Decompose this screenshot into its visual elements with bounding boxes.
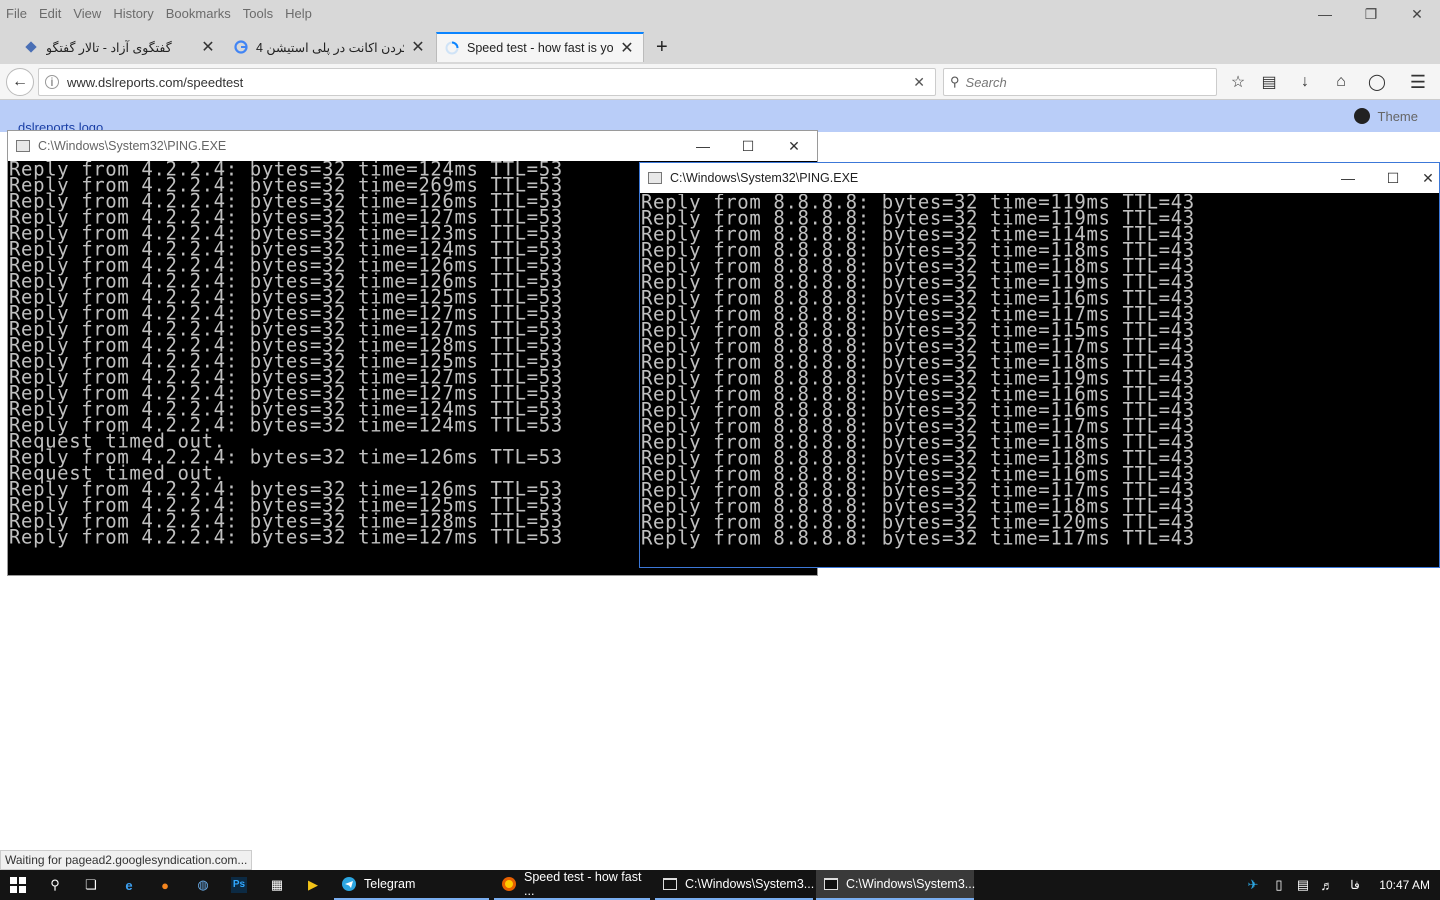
media-player-icon[interactable]: ▶ [296,870,330,900]
back-button[interactable]: ← [6,68,34,96]
console-output: Reply from 8.8.8.8: bytes=32 time=119ms … [640,194,1439,567]
console-icon [663,877,677,891]
console-title: C:\Windows\System32\PING.EXE [670,171,859,185]
console-minimize-button[interactable]: — [1325,163,1371,193]
telegram-icon [342,877,356,891]
volume-tray-icon[interactable]: ♬ [1316,870,1338,900]
pinned-app-icon[interactable]: ▦ [260,870,294,900]
console-title: C:\Windows\System32\PING.EXE [38,139,227,153]
home-icon[interactable]: ⌂ [1327,68,1355,96]
new-tab-button[interactable]: + [648,32,678,62]
tab-label: گفتگوی آزاد - تالار گفتگو [46,40,172,55]
console-window-right[interactable]: C:\Windows\System32\PING.EXE — ☐ ✕ Reply… [639,162,1440,568]
status-bar: Waiting for pagead2.googlesyndication.co… [0,850,253,870]
restore-button[interactable]: ❐ [1348,0,1394,28]
console-titlebar[interactable]: C:\Windows\System32\PING.EXE — ☐ ✕ [640,163,1439,193]
search-input[interactable]: ⚲ Search [943,68,1217,96]
hamburger-menu-icon[interactable]: ☰ [1404,68,1432,96]
tab-bar: گفتگوی آزاد - تالار گفتگو ✕ ن کردن اکانت… [0,26,1440,66]
google-favicon-icon [234,40,248,54]
console-minimize-button[interactable]: — [680,131,726,161]
bookmark-star-icon[interactable]: ☆ [1224,68,1252,96]
loading-spinner-icon [445,41,459,55]
menu-tools[interactable]: Tools [243,6,273,21]
pocket-icon[interactable]: ◯ [1363,68,1391,96]
clock[interactable]: 10:47 AM [1379,870,1430,900]
menu-help[interactable]: Help [285,6,312,21]
url-bar[interactable]: i www.dslreports.com/speedtest ✕ [38,68,936,96]
tab-close-icon[interactable]: ✕ [619,38,635,58]
console-close-button[interactable]: ✕ [1416,163,1440,193]
menu-edit[interactable]: Edit [39,6,61,21]
taskbar-cmd-1[interactable]: C:\Windows\System3... [655,870,815,900]
windows-start-icon[interactable] [0,870,36,900]
menu-bookmarks[interactable]: Bookmarks [166,6,231,21]
search-icon[interactable]: ⚲ [38,870,72,900]
theme-label: Theme [1377,108,1418,124]
firefox-icon [502,877,516,891]
internet-explorer-icon[interactable]: e [112,870,146,900]
console-icon [824,877,838,891]
console-icon [648,172,662,184]
tab-close-icon[interactable]: ✕ [200,37,216,57]
tab-label: ن کردن اکانت در پلی استیشن 4 [256,40,404,55]
url-text: www.dslreports.com/speedtest [67,74,244,90]
download-icon[interactable]: ↓ [1291,68,1319,96]
page-header: dslreports logo Theme [0,100,1440,135]
menu-bar: File Edit View History Bookmarks Tools H… [0,0,1440,26]
usb-tray-icon[interactable]: ▯ [1268,870,1290,900]
menu-history[interactable]: History [113,6,153,21]
console-maximize-button[interactable]: ☐ [1370,163,1416,193]
taskbar: ⚲ ❏ e ● ◍ Ps ▦ ▶ Telegram Speed test - h… [0,870,1440,900]
console-line: Reply from 8.8.8.8: bytes=32 time=117ms … [641,526,1195,550]
tab-google[interactable]: ن کردن اکانت در پلی استیشن 4 ✕ [226,32,434,62]
tab-label: Speed test - how fast is your [467,41,613,55]
menu-view[interactable]: View [73,6,101,21]
tab-forum[interactable]: گفتگوی آزاد - تالار گفتگو ✕ [16,32,224,62]
console-titlebar[interactable]: C:\Windows\System32\PING.EXE — ☐ ✕ [8,131,817,161]
theme-toggle[interactable]: Theme [1353,108,1418,124]
console-close-button[interactable]: ✕ [771,131,817,161]
tab-close-icon[interactable]: ✕ [410,37,426,57]
taskbar-telegram[interactable]: Telegram [334,870,489,900]
nav-bar: ← i www.dslreports.com/speedtest ✕ ⚲ Sea… [0,64,1440,100]
firefox-pinned-icon[interactable]: ● [148,870,182,900]
minimize-button[interactable]: — [1302,0,1348,28]
photoshop-icon[interactable]: Ps [222,870,256,900]
taskbar-label: Telegram [364,877,416,891]
forum-favicon-icon [24,40,38,54]
taskbar-firefox[interactable]: Speed test - how fast ... [494,870,650,900]
theme-dot-icon [1353,108,1370,124]
console-maximize-button[interactable]: ☐ [725,131,771,161]
menu-file[interactable]: File [6,6,27,21]
telegram-tray-icon[interactable]: ✈ [1242,870,1264,900]
taskbar-label: C:\Windows\System3... [846,877,976,891]
taskbar-label: C:\Windows\System3... [685,877,815,891]
console-icon [16,140,30,152]
status-text: Waiting for pagead2.googlesyndication.co… [5,853,248,867]
taskbar-cmd-2[interactable]: C:\Windows\System3... [816,870,976,900]
info-icon[interactable]: i [45,75,59,89]
stop-loading-icon[interactable]: ✕ [913,74,925,91]
reading-list-icon[interactable]: ▤ [1255,68,1283,96]
search-placeholder: Search [965,74,1007,90]
close-window-button[interactable]: ✕ [1394,0,1440,28]
network-tray-icon[interactable]: ▤ [1292,870,1314,900]
clock-time: 10:47 AM [1379,878,1430,892]
language-indicator[interactable]: فا [1344,870,1366,900]
search-icon: ⚲ [950,74,960,89]
app-pinned-icon[interactable]: ◍ [186,870,220,900]
task-view-icon[interactable]: ❏ [74,870,108,900]
tab-speedtest[interactable]: Speed test - how fast is your ✕ [436,32,644,62]
taskbar-label: Speed test - how fast ... [524,870,642,898]
